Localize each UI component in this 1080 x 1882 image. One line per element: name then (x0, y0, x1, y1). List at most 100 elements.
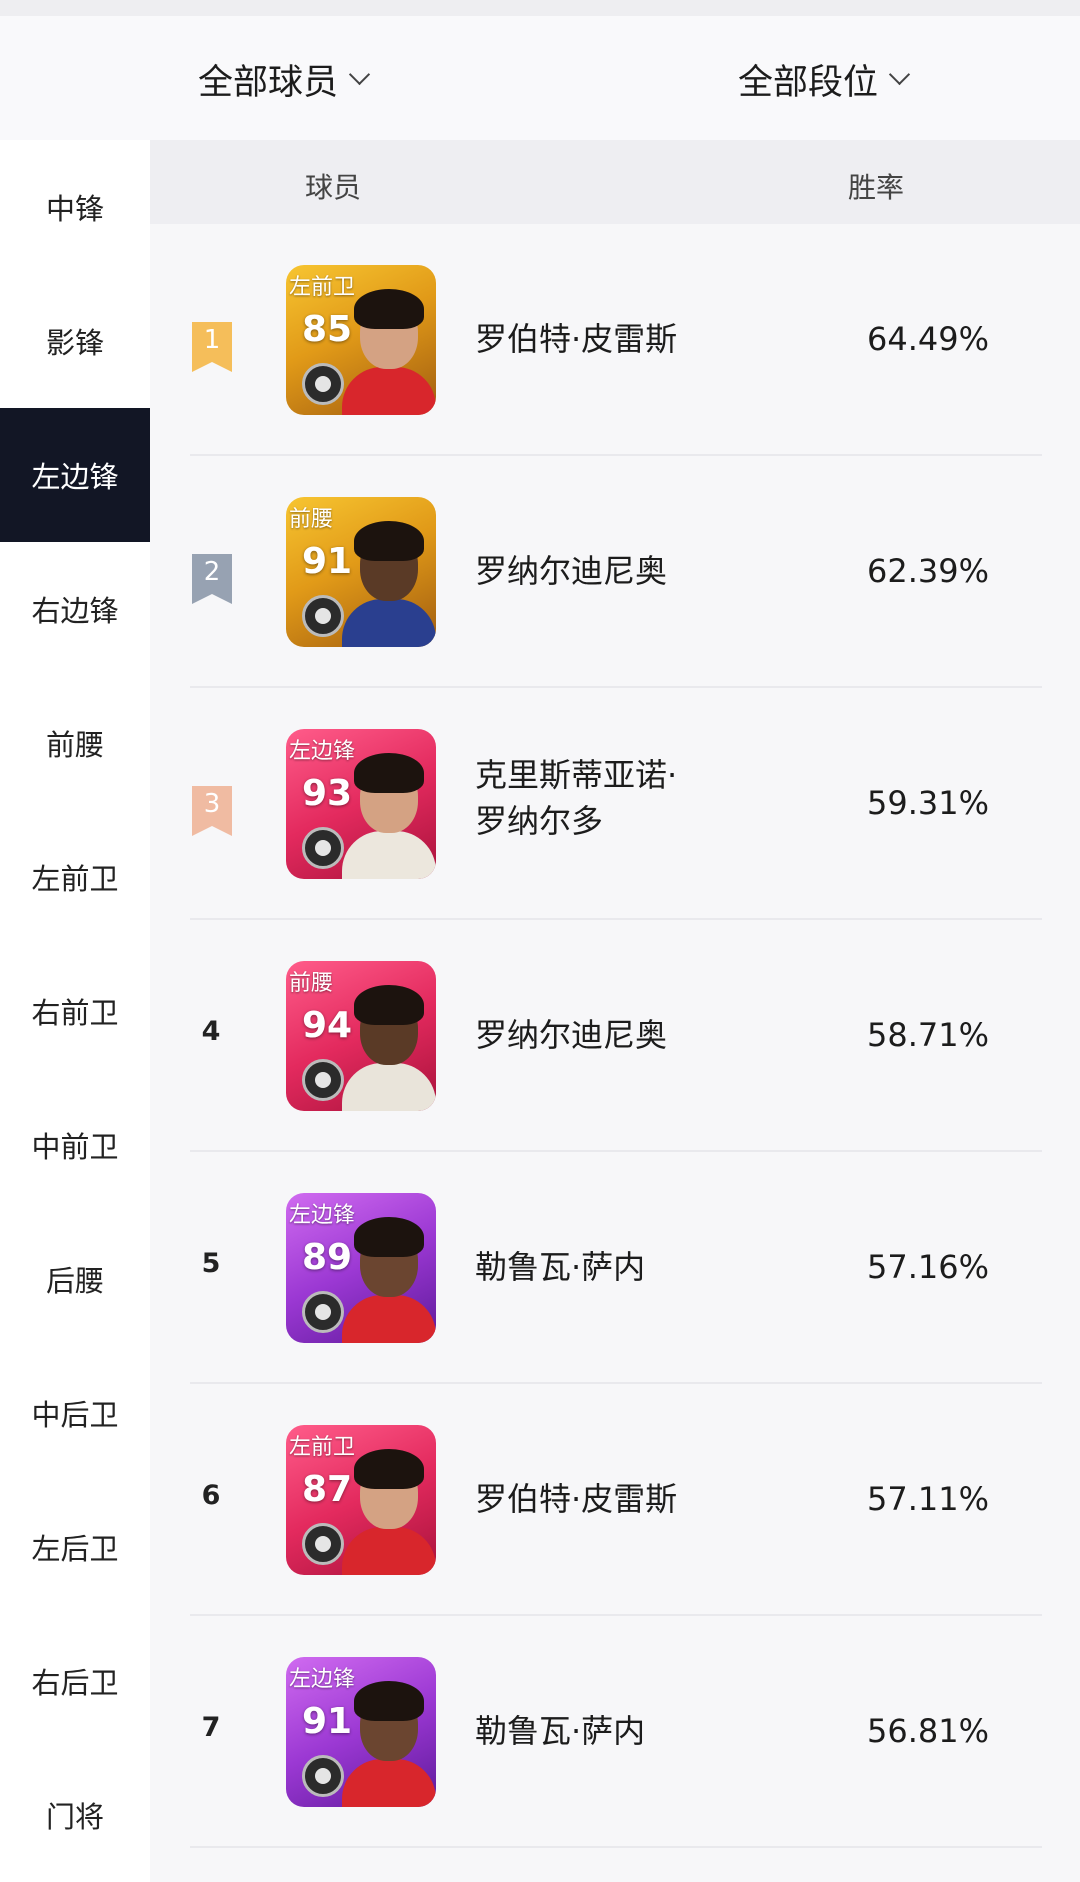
table-header: 球员 胜率 (150, 140, 1080, 224)
sidebar-item-rb[interactable]: 右后卫 (0, 1614, 150, 1748)
player-name: 罗伯特·皮雷斯 (475, 1480, 678, 1518)
sidebar-item-label: 左边锋 (31, 460, 119, 494)
player-portrait (340, 515, 436, 647)
table-row[interactable]: 2 前腰 91 罗纳尔迪尼奥 62.39% (190, 456, 1042, 688)
card-position: 左边锋 (289, 1667, 356, 1692)
club-emblem-icon (302, 595, 344, 637)
card-rating: 91 (302, 1701, 353, 1742)
player-filter-label: 全部球员 (198, 62, 339, 103)
card-rating: 89 (302, 1237, 353, 1278)
card-rating: 87 (302, 1469, 353, 1510)
player-name: 罗纳尔迪尼奥 (475, 552, 668, 590)
sidebar-item-label: 左前卫 (31, 862, 119, 896)
card-position: 左边锋 (289, 739, 356, 764)
player-portrait (340, 283, 436, 415)
sidebar-item-cb[interactable]: 中后卫 (0, 1346, 150, 1480)
sidebar-item-gk[interactable]: 门将 (0, 1748, 150, 1882)
sidebar-item-ss[interactable]: 影锋 (0, 274, 150, 408)
player-card[interactable]: 前腰 91 (286, 497, 436, 647)
sidebar-item-dmf[interactable]: 后腰 (0, 1212, 150, 1346)
ranking-panel: 球员 胜率 1 左前卫 85 罗伯特·皮雷斯 64.49% 2 前腰 91 罗纳尔迪尼奥 62.3… (150, 140, 1080, 1882)
column-header-player: 球员 (305, 171, 362, 204)
player-portrait (340, 1675, 436, 1807)
sidebar-item-rmf[interactable]: 右前卫 (0, 944, 150, 1078)
rank-number: 5 (201, 1248, 221, 1279)
player-name-line2: 罗纳尔多 (475, 802, 604, 840)
table-row[interactable]: 6 左前卫 87 罗伯特·皮雷斯 57.11% (190, 1384, 1042, 1616)
win-rate: 62.39% (867, 552, 990, 590)
chevron-down-icon (348, 63, 371, 85)
rank-number: 4 (201, 1016, 221, 1047)
sidebar-item-lwf[interactable]: 左边锋 (0, 408, 150, 542)
win-rate: 59.31% (867, 784, 990, 822)
rank-number: 3 (203, 789, 221, 819)
sidebar-item-label: 右前卫 (31, 996, 119, 1030)
top-strip (0, 0, 1080, 16)
table-row[interactable]: 7 左边锋 91 勒鲁瓦·萨内 56.81% (190, 1616, 1042, 1848)
rank-number: 7 (201, 1712, 221, 1743)
sidebar-item-label: 中锋 (45, 192, 104, 226)
club-emblem-icon (302, 1523, 344, 1565)
player-card[interactable]: 左前卫 85 (286, 265, 436, 415)
win-rate: 64.49% (867, 320, 990, 358)
rank-badge-icon: 2 (192, 554, 232, 604)
sidebar-item-label: 左后卫 (31, 1532, 119, 1566)
club-emblem-icon (302, 363, 344, 405)
player-card[interactable]: 左边锋 93 (286, 729, 436, 879)
win-rate: 57.11% (867, 1480, 990, 1518)
win-rate: 56.81% (867, 1712, 990, 1750)
sidebar-item-label: 右边锋 (31, 594, 119, 628)
rank-filter-label: 全部段位 (738, 62, 879, 103)
table-row[interactable]: 3 左边锋 93 克里斯蒂亚诺· 罗纳尔多 59.31% (190, 688, 1042, 920)
player-name: 罗纳尔迪尼奥 (475, 1016, 668, 1054)
card-rating: 85 (302, 309, 353, 350)
sidebar-item-cf[interactable]: 中锋 (0, 140, 150, 274)
row-divider (190, 1846, 1042, 1848)
player-card[interactable]: 左边锋 91 (286, 1657, 436, 1807)
position-sidebar: 中锋 影锋 左边锋 右边锋 前腰 左前卫 右前卫 中前卫 后腰 中后卫 左后卫 … (0, 140, 150, 1882)
player-name: 勒鲁瓦·萨内 (475, 1248, 646, 1286)
player-name: 罗伯特·皮雷斯 (475, 320, 678, 358)
rank-number: 6 (201, 1480, 221, 1511)
sidebar-item-lmf[interactable]: 左前卫 (0, 810, 150, 944)
sidebar-item-cmf[interactable]: 中前卫 (0, 1078, 150, 1212)
sidebar-item-rwf[interactable]: 右边锋 (0, 542, 150, 676)
table-row[interactable]: 5 左边锋 89 勒鲁瓦·萨内 57.16% (190, 1152, 1042, 1384)
player-portrait (340, 1443, 436, 1575)
player-portrait (340, 747, 436, 879)
sidebar-item-label: 前腰 (45, 728, 104, 762)
rank-filter-dropdown[interactable]: 全部段位 (738, 56, 911, 103)
chevron-down-icon (888, 63, 911, 85)
player-card[interactable]: 左前卫 87 (286, 1425, 436, 1575)
win-rate: 58.71% (867, 1016, 990, 1054)
card-position: 左前卫 (289, 1435, 356, 1460)
player-filter-dropdown[interactable]: 全部球员 (198, 56, 371, 103)
sidebar-item-label: 右后卫 (31, 1666, 119, 1700)
card-position: 左边锋 (289, 1203, 356, 1228)
sidebar-item-lb[interactable]: 左后卫 (0, 1480, 150, 1614)
player-name-line1: 克里斯蒂亚诺· (475, 756, 678, 794)
card-rating: 93 (302, 773, 353, 814)
club-emblem-icon (302, 827, 344, 869)
rank-badge-icon: 3 (192, 786, 232, 836)
player-portrait (340, 1211, 436, 1343)
player-card[interactable]: 前腰 94 (286, 961, 436, 1111)
club-emblem-icon (302, 1755, 344, 1797)
sidebar-item-label: 中后卫 (31, 1398, 119, 1432)
column-header-winrate: 胜率 (848, 171, 905, 204)
table-row[interactable]: 1 左前卫 85 罗伯特·皮雷斯 64.49% (190, 224, 1042, 456)
player-name: 勒鲁瓦·萨内 (475, 1712, 646, 1750)
player-portrait (340, 979, 436, 1111)
sidebar-item-label: 门将 (45, 1800, 104, 1834)
card-position: 左前卫 (289, 275, 356, 300)
rank-number: 1 (203, 325, 221, 355)
sidebar-item-amf[interactable]: 前腰 (0, 676, 150, 810)
player-name: 克里斯蒂亚诺· 罗纳尔多 (475, 752, 677, 844)
club-emblem-icon (302, 1059, 344, 1101)
player-card[interactable]: 左边锋 89 (286, 1193, 436, 1343)
sidebar-item-label: 中前卫 (31, 1130, 119, 1164)
sidebar-item-label: 后腰 (45, 1264, 104, 1298)
table-row[interactable]: 4 前腰 94 罗纳尔迪尼奥 58.71% (190, 920, 1042, 1152)
card-position: 前腰 (289, 971, 334, 996)
rank-number: 2 (203, 557, 221, 587)
